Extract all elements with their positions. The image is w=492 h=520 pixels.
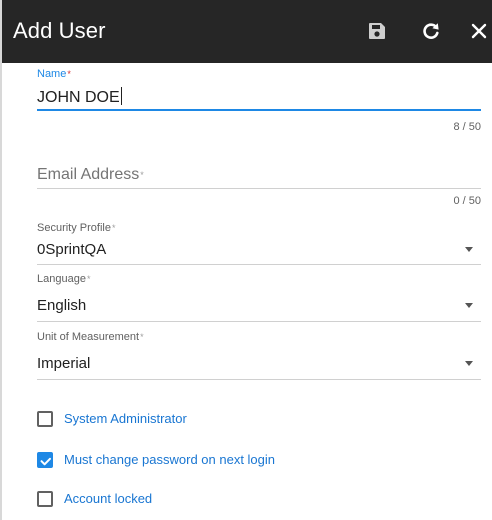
system-administrator-label[interactable]: System Administrator xyxy=(64,411,187,427)
chevron-down-icon xyxy=(465,361,473,366)
dialog-header: Add User xyxy=(2,0,492,63)
name-label-text: Name xyxy=(37,68,67,80)
language-required-mark: * xyxy=(86,274,91,284)
email-underline xyxy=(37,188,481,189)
text-cursor xyxy=(120,87,122,105)
refresh-button[interactable] xyxy=(418,18,444,44)
name-input[interactable]: JOHN DOE xyxy=(37,87,122,108)
must-change-password-checkbox[interactable]: Must change password on next login xyxy=(37,450,275,470)
account-locked-label[interactable]: Account locked xyxy=(64,491,152,507)
email-char-counter: 0 / 50 xyxy=(453,195,481,207)
language-select[interactable]: Language* English xyxy=(37,271,481,323)
unit-of-measurement-required-mark: * xyxy=(140,332,144,342)
add-user-dialog: Add User Name* JOHN DOE 8 / 50 Email Add… xyxy=(0,0,492,520)
unit-of-measurement-value: Imperial xyxy=(37,355,91,372)
chevron-down-icon xyxy=(465,303,473,308)
refresh-icon xyxy=(423,23,439,39)
name-required-mark: * xyxy=(67,69,71,79)
unit-of-measurement-label-text: Unit of Measurement xyxy=(37,331,140,343)
language-label-text: Language xyxy=(37,273,86,285)
must-change-password-label[interactable]: Must change password on next login xyxy=(64,452,275,468)
name-char-counter: 8 / 50 xyxy=(453,121,481,133)
security-profile-label: Security Profile* xyxy=(37,222,116,234)
close-icon xyxy=(471,23,487,39)
unit-of-measurement-underline xyxy=(37,379,481,380)
checkbox-box[interactable] xyxy=(37,491,53,507)
email-placeholder: Email Address xyxy=(37,166,140,183)
system-administrator-checkbox[interactable]: System Administrator xyxy=(37,409,187,429)
close-button[interactable] xyxy=(466,18,492,44)
language-value: English xyxy=(37,297,87,314)
email-field[interactable]: Email Address* 0 / 50 xyxy=(37,160,481,210)
name-label: Name* xyxy=(37,68,71,80)
save-button[interactable] xyxy=(364,18,390,44)
checkmark-icon xyxy=(40,457,51,466)
name-underline xyxy=(37,109,481,111)
security-profile-label-text: Security Profile xyxy=(37,222,111,234)
account-locked-checkbox[interactable]: Account locked xyxy=(37,489,152,509)
save-icon xyxy=(369,23,385,39)
email-input[interactable]: Email Address* xyxy=(37,165,144,185)
chevron-down-icon xyxy=(465,247,473,252)
security-profile-select[interactable]: Security Profile* 0SprintQA xyxy=(37,220,481,266)
unit-of-measurement-select[interactable]: Unit of Measurement* Imperial xyxy=(37,329,481,381)
security-profile-value: 0SprintQA xyxy=(37,241,107,258)
name-field[interactable]: Name* JOHN DOE 8 / 50 xyxy=(37,66,481,133)
security-profile-underline xyxy=(37,264,481,265)
language-underline xyxy=(37,321,481,322)
email-required-mark: * xyxy=(140,170,144,180)
checkbox-box[interactable] xyxy=(37,411,53,427)
language-label: Language* xyxy=(37,273,90,285)
dialog-title: Add User xyxy=(13,18,106,43)
name-value: JOHN DOE xyxy=(37,89,120,106)
unit-of-measurement-label: Unit of Measurement* xyxy=(37,331,144,343)
checkbox-box-checked[interactable] xyxy=(37,452,53,468)
security-profile-required-mark: * xyxy=(111,223,116,233)
